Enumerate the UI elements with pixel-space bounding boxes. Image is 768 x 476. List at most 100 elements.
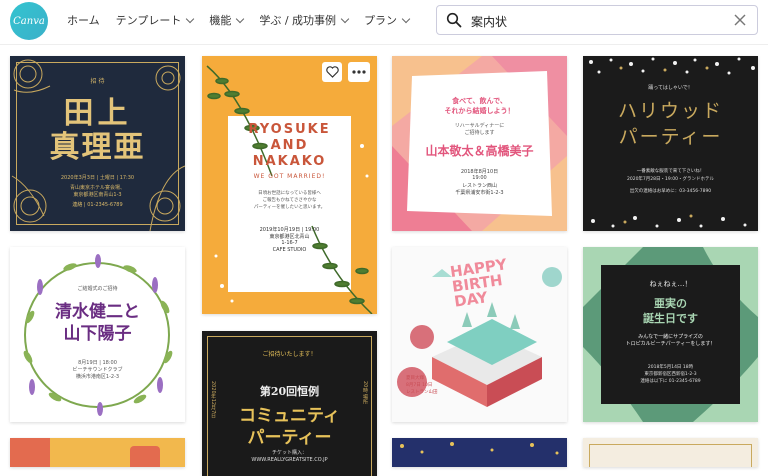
card2-p1: 日頃お世話になっている皆様へ: [258, 191, 321, 196]
card6-side2: 20時: [362, 381, 368, 393]
card2-d1: 2019年10月19日 | 19:00: [259, 227, 320, 233]
card5-name2: 山下陽子: [63, 324, 132, 344]
card1-venue2: 東京都港区南青山1-3: [73, 192, 122, 198]
template-card-partial-cream[interactable]: [583, 438, 758, 467]
template-card-ami-birthday[interactable]: ねぇねぇ…！ 亜実の 誕生日です みんなで一緒にサプライズの トロピカルビーチパ…: [583, 247, 758, 422]
template-card-partial-navy[interactable]: [392, 438, 567, 467]
card4-l3: 出欠の連絡はお早めに：03-3456-7890: [629, 189, 712, 194]
card2-p2: ご報告もかねてささやかな: [262, 198, 317, 203]
card3-h2: それから結婚しよう！: [444, 107, 515, 115]
card8-l2: トロピカルビーチパーティーをします！: [625, 341, 716, 347]
card3-d1: 2018年8月10日: [460, 169, 499, 175]
card4-title2: パーティー: [618, 126, 723, 148]
template-card-ryosuke[interactable]: RYOSUKE AND NAKAKO WE GOT MARRIED! 日頃お世話…: [202, 56, 377, 314]
more-icon: [352, 70, 366, 74]
nav-features-label: 機能: [209, 14, 232, 27]
chevron-down-icon: [186, 14, 195, 23]
card4-l2: 2020年7月28日・19:00・グランドホテル: [626, 177, 714, 182]
card4-l1: 一番素敵な服装で来て下さいね！: [636, 169, 705, 174]
card6-side-right: 20時 場所: [362, 381, 369, 404]
canva-logo[interactable]: Canva: [10, 2, 48, 40]
partial-orange-stripe: [10, 438, 50, 467]
card1-venue1: 青山東京ホテル宴会場、: [69, 185, 125, 191]
card1-date: 2020年3月3日 | 土曜日 | 17:30: [60, 175, 135, 181]
card5-l2: ビーチサウンドクラブ: [72, 367, 123, 373]
card8-h1: 亜実の: [654, 297, 687, 310]
card8-l1: みんなで一緒にサプライズの: [638, 334, 703, 340]
chevron-down-icon: [401, 14, 411, 23]
nav-templates-label: テンプレート: [115, 14, 182, 27]
card5-l3: 横浜市港南区1-2-3: [75, 374, 120, 380]
card6-t2: WWW.REALLYGREATSITE.CO.JP: [251, 457, 328, 463]
template-card-hollywood[interactable]: 踊ってはしゃいで！ ハリウッド パーティー 一番素敵な服装で来て下さいね！ 20…: [583, 56, 758, 231]
template-card-community[interactable]: ご招待いたします！ 第20回恒例 コミュニティ パーティー チケット購入： WW…: [202, 331, 377, 476]
card2-d2: 東京都港区北青山: [269, 234, 310, 240]
card7-title-block: HAPPY BIRTH DAY: [449, 255, 512, 310]
card6-title3: パーティー: [247, 428, 332, 448]
top-bar: Canva ホーム テンプレート 機能 学ぶ / 成功事例 プラン: [0, 0, 768, 45]
card2-line1: RYOSUKE: [248, 122, 331, 137]
card6-side1: 2020年12月7日: [210, 381, 216, 419]
nav-home[interactable]: ホーム: [67, 12, 100, 28]
template-card-partial-orange[interactable]: [10, 438, 185, 467]
nav-home-label: ホーム: [67, 14, 100, 27]
card7-l2: 8月7日 10日: [406, 383, 433, 388]
card2-favorite-button[interactable]: [322, 62, 342, 82]
search-icon: [446, 12, 462, 28]
card5-top: ご結婚式のご招待: [77, 286, 118, 292]
card4-title1: ハリウッド: [617, 100, 723, 122]
card1-contact: 連絡 | 01-2345-6789: [72, 202, 123, 208]
main-nav: ホーム テンプレート 機能 学ぶ / 成功事例 プラン: [67, 12, 411, 28]
card8-top: ねぇねぇ…！: [649, 280, 692, 288]
nav-plans[interactable]: プラン: [364, 12, 411, 28]
logo-text: Canva: [13, 15, 45, 27]
card7-l1: 夏目大輝: [406, 376, 424, 381]
card2-d3: 1-16-7: [281, 240, 298, 246]
card2-more-button[interactable]: [348, 62, 370, 82]
card1-name2: 真理亜: [49, 130, 146, 165]
card3-d3: レストラン西山: [461, 183, 497, 189]
search-box: [436, 5, 758, 35]
template-card-yamamoto[interactable]: 食べて、飲んで、 それから結婚しよう！ リハーサルディナーに ご招待します 山本…: [392, 56, 567, 231]
partial-navy-dots: [400, 442, 559, 455]
template-card-tagami[interactable]: 招 待 田上 真理亜 2020年3月3日 | 土曜日 | 17:30 青山東京ホ…: [10, 56, 185, 231]
card8-l5: 連絡は以下に 01-2345-6789: [640, 379, 701, 384]
heart-icon: [325, 66, 339, 78]
card1-small-top: 招 待: [90, 78, 105, 85]
card8-l3: 2018年5月14日 18時: [647, 365, 694, 370]
card3-s1: リハーサルディナーに: [454, 123, 505, 129]
card2-line2: AND: [270, 138, 309, 153]
chevron-down-icon: [236, 14, 245, 23]
card3-h1: 食べて、飲んで、: [452, 97, 507, 105]
card2-d4: CAFE STUDIO: [272, 247, 307, 253]
template-card-shimizu[interactable]: ご結婚式のご招待 清水健二と 山下陽子 8月19日 | 18:00 ビーチサウン…: [10, 247, 185, 422]
card2-line3: NAKAKO: [252, 154, 327, 169]
search-input[interactable]: [469, 11, 723, 31]
nav-plans-label: プラン: [364, 14, 398, 27]
nav-features[interactable]: 機能: [209, 12, 245, 28]
card4-top: 踊ってはしゃいで！: [648, 85, 693, 91]
card7-l3: レストラン山田: [406, 390, 438, 395]
card5-l1: 8月19日 | 18:00: [78, 360, 117, 366]
card3-d2: 19:00: [472, 175, 487, 181]
card3-s2: ご招待します: [464, 130, 495, 136]
card6-t1: チケット購入：: [271, 450, 307, 456]
partial-orange-shape: [130, 446, 160, 467]
card2-p3: パーティーを催したいと思います。: [253, 205, 326, 210]
nav-learn[interactable]: 学ぶ / 成功事例: [259, 12, 350, 28]
nav-templates[interactable]: テンプレート: [115, 12, 195, 28]
card6-title1: 第20回恒例: [259, 385, 320, 398]
card3-d4: 千葉県浦安市街1-2-3: [455, 190, 504, 196]
card6-side-left: 2020年12月7日: [210, 381, 217, 418]
card2-sub: WE GOT MARRIED!: [253, 173, 326, 180]
card3-names: 山本敬太＆高橋美子: [425, 144, 534, 158]
close-icon[interactable]: [733, 13, 747, 27]
card7-details: 夏目大輝 8月7日 10日 レストラン山田: [406, 375, 438, 396]
card8-l4: 東京都新宿区西新宿1-2-3: [644, 372, 697, 377]
fern-illustration: [206, 65, 373, 314]
chevron-down-icon: [340, 14, 350, 23]
template-card-birthday[interactable]: HAPPY BIRTH DAY 夏目大輝 8月7日 10日 レストラン山田: [392, 247, 567, 422]
partial-cream-border: [589, 444, 752, 467]
card6-top: ご招待いたします！: [262, 351, 317, 358]
card6-side3: 場所: [362, 393, 368, 404]
